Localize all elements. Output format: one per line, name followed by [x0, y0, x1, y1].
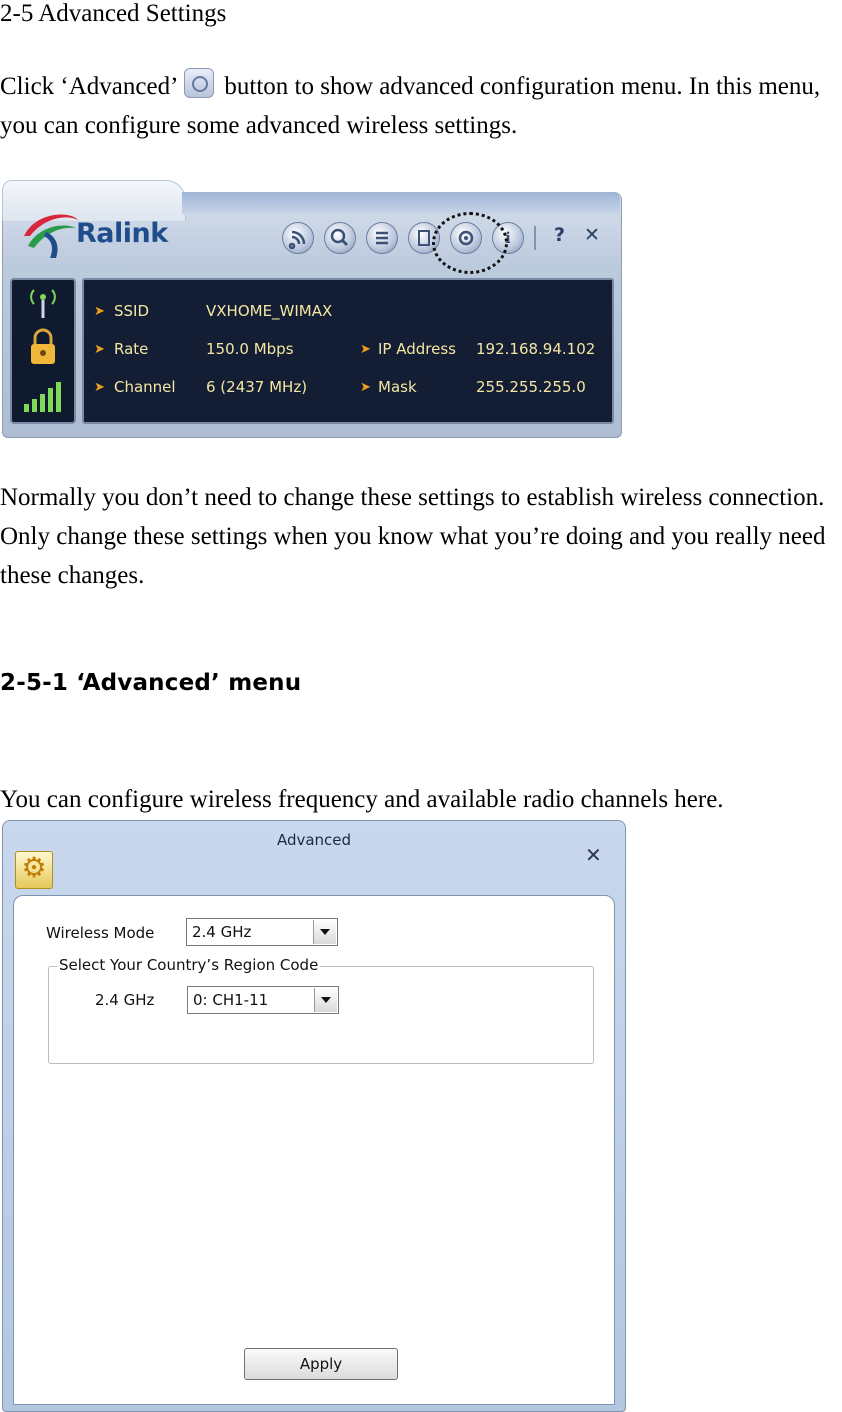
dialog-title: Advanced: [276, 831, 352, 849]
channel-label: Channel: [114, 378, 176, 396]
wireless-mode-value: 2.4 GHz: [192, 923, 252, 941]
search-icon[interactable]: [324, 222, 356, 254]
wireless-mode-label: Wireless Mode: [46, 924, 155, 942]
intro-paragraph-start: Click ‘Advanced’: [0, 73, 179, 100]
list-icon[interactable]: [366, 222, 398, 254]
ip-address-value: 192.168.94.102: [476, 340, 596, 358]
close-button[interactable]: ✕: [584, 224, 600, 246]
lock-icon: [31, 328, 55, 364]
ralink-logo: Ralink: [16, 206, 186, 264]
help-button[interactable]: ?: [554, 224, 565, 246]
ssid-label: SSID: [114, 302, 150, 320]
subsection-heading: 2-5-1 ‘Advanced’ menu: [0, 670, 302, 696]
ip-address-label: IP Address: [378, 340, 456, 358]
rate-value: 150.0 Mbps: [206, 340, 294, 358]
ralink-utility-window: Ralink i ? ✕ ➤ SSID VXHOME_WIMAX ➤ Rate …: [2, 180, 622, 438]
ralink-logo-text: Ralink: [76, 218, 168, 249]
arrow-icon: ➤: [94, 342, 105, 357]
gear-icon: ⚙: [15, 851, 53, 889]
info-row-channel: ➤ Channel 6 (2437 MHz) ➤ Mask 255.255.25…: [84, 378, 612, 402]
antenna-icon: [30, 289, 56, 318]
intro-paragraph: Click ‘Advanced’ button to show advanced …: [0, 67, 840, 145]
connection-info-panel: ➤ SSID VXHOME_WIMAX ➤ Rate 150.0 Mbps ➤ …: [82, 278, 614, 424]
region-group-label: Select Your Country’s Region Code: [57, 956, 321, 974]
chevron-down-icon[interactable]: [313, 920, 336, 944]
advanced-dialog: Advanced ⚙ ✕ Wireless Mode 2.4 GHz Selec…: [2, 820, 626, 1412]
arrow-icon: ➤: [360, 342, 371, 357]
arrow-icon: ➤: [94, 304, 105, 319]
ssid-value: VXHOME_WIMAX: [206, 302, 333, 320]
channel-value: 6 (2437 MHz): [206, 378, 308, 396]
rss-icon[interactable]: [282, 222, 314, 254]
region-band-label: 2.4 GHz: [95, 991, 155, 1009]
section-heading: 2-5 Advanced Settings: [0, 0, 227, 27]
rate-label: Rate: [114, 340, 149, 358]
info-row-rate: ➤ Rate 150.0 Mbps ➤ IP Address 192.168.9…: [84, 340, 612, 364]
dialog-close-button[interactable]: ✕: [585, 843, 602, 867]
arrow-icon: ➤: [94, 380, 105, 395]
description-paragraph: You can configure wireless frequency and…: [0, 786, 724, 813]
status-panel: [10, 278, 76, 424]
mask-label: Mask: [378, 378, 417, 396]
region-code-select[interactable]: 0: CH1-11: [187, 986, 339, 1014]
info-row-ssid: ➤ SSID VXHOME_WIMAX: [84, 302, 612, 326]
caution-paragraph: Normally you don’t need to change these …: [0, 484, 826, 589]
apply-button[interactable]: Apply: [244, 1348, 398, 1380]
region-code-value: 0: CH1-11: [193, 991, 269, 1009]
region-code-group: Select Your Country’s Region Code 2.4 GH…: [48, 956, 594, 1064]
gear-highlight-circle: [432, 212, 508, 274]
ralink-top-strip: [182, 192, 620, 214]
wireless-mode-select[interactable]: 2.4 GHz: [186, 918, 338, 946]
gear-icon: [184, 68, 215, 98]
chevron-down-icon[interactable]: [314, 988, 337, 1012]
arrow-icon: ➤: [360, 380, 371, 395]
toolbar-separator: [534, 226, 536, 250]
dialog-body: Wireless Mode 2.4 GHz Select Your Countr…: [13, 895, 615, 1405]
signal-strength-icon: [24, 382, 61, 412]
status-icons: [24, 289, 61, 412]
mask-value: 255.255.255.0: [476, 378, 586, 396]
